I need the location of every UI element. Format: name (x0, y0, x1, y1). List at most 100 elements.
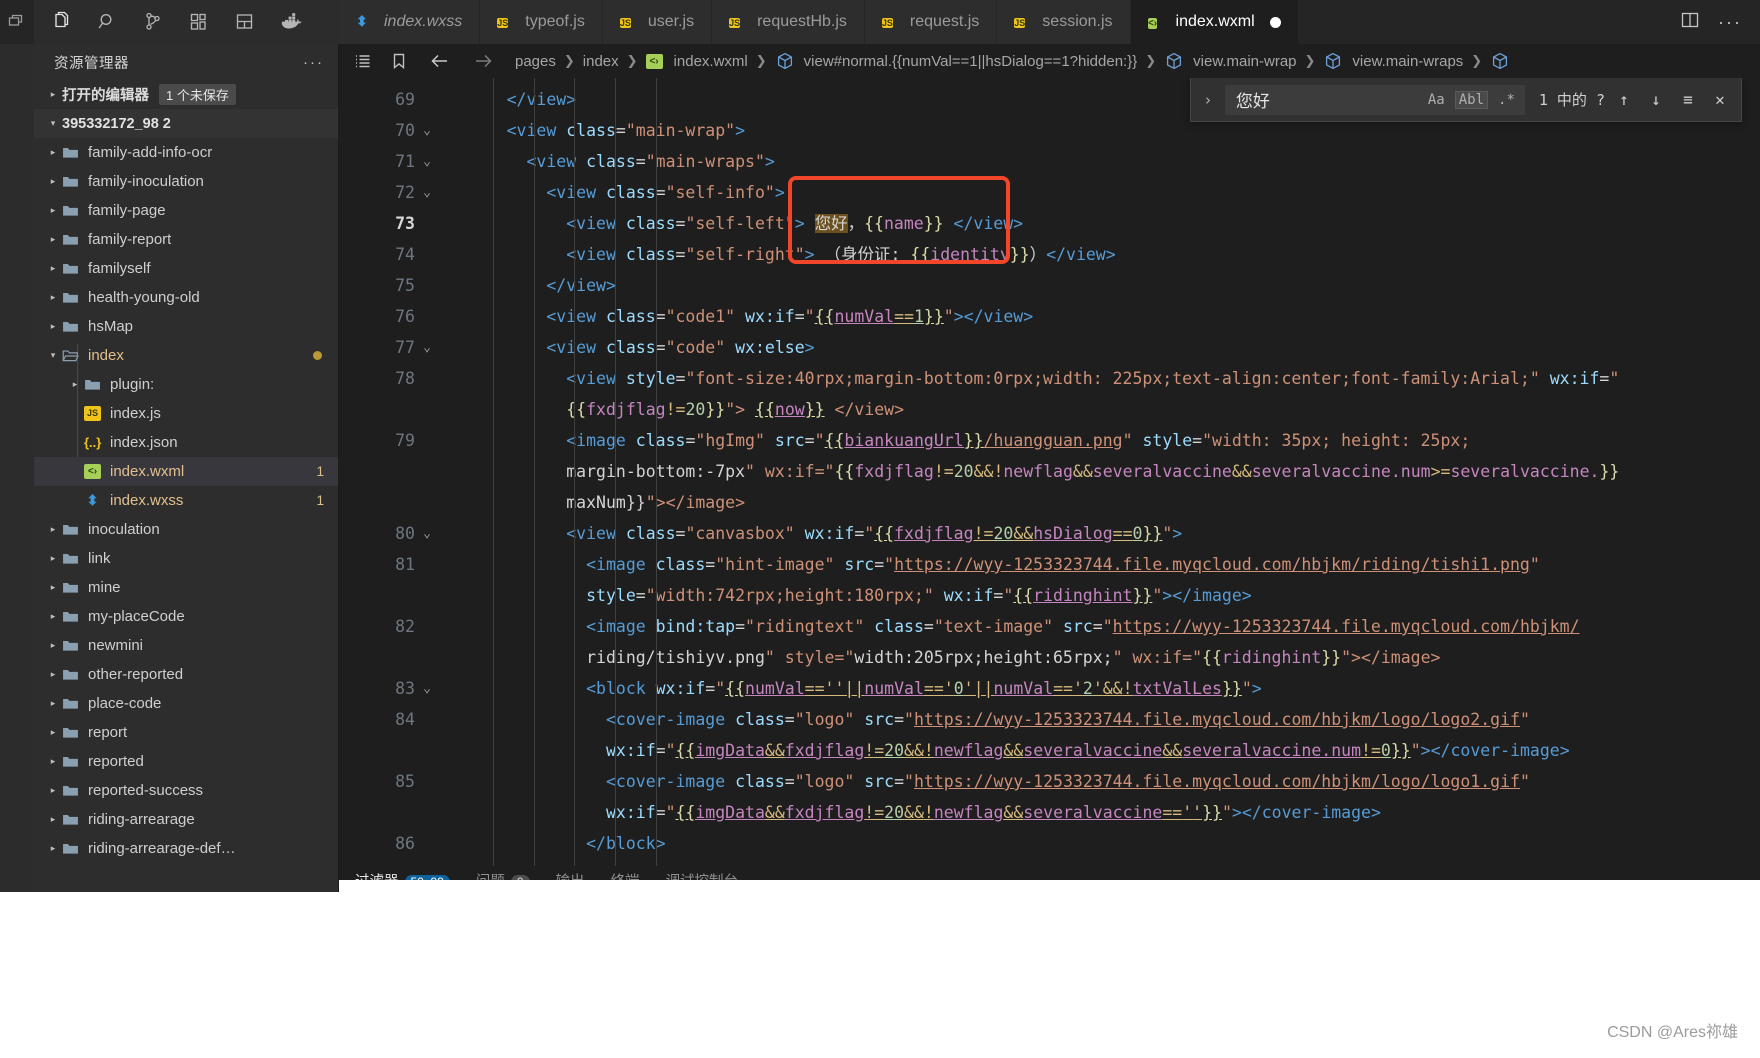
chevron-right-icon[interactable] (66, 379, 84, 390)
line-number: 80 (395, 524, 415, 543)
tree-item-family-report[interactable]: family-report (34, 225, 338, 254)
breadcrumb-item[interactable]: index (583, 53, 619, 70)
tree-item-index.wxml[interactable]: <› index.wxml 1 (34, 457, 338, 486)
tree-item-index.js[interactable]: JS index.js (34, 399, 338, 428)
chevron-right-icon[interactable] (44, 321, 62, 332)
find-input[interactable]: 您好 Aa Abl .* (1224, 84, 1525, 115)
split-editor-icon[interactable] (1680, 10, 1700, 35)
find-widget[interactable]: › 您好 Aa Abl .* 1 中的 ? ↑ ↓ ≡ ✕ (1189, 78, 1742, 122)
tree-item-reported[interactable]: reported (34, 747, 338, 776)
tree-item-index.json[interactable]: {..} index.json (34, 428, 338, 457)
tree-item-familyself[interactable]: familyself (34, 254, 338, 283)
chevron-right-icon[interactable] (44, 785, 62, 796)
tab-index.wxss[interactable]: ⬍ index.wxss (339, 0, 481, 44)
chevron-right-icon[interactable] (44, 292, 62, 303)
chevron-down-icon[interactable] (44, 118, 62, 129)
tree-item-family-page[interactable]: family-page (34, 196, 338, 225)
tab-request.js[interactable]: JS request.js (864, 0, 998, 44)
explorer-icon[interactable] (44, 5, 78, 39)
more-actions-icon[interactable]: ··· (1718, 12, 1742, 33)
tree-item-inoculation[interactable]: inoculation (34, 515, 338, 544)
source-control-icon[interactable] (136, 5, 170, 39)
code-editor[interactable]: 69 70 ⌄ 71 ⌄ 72 ⌄ 73 74 75 76 77 ⌄ 78 79 80 ⌄ 81 82 83 ⌄ 84 85… (339, 78, 1760, 866)
chevron-right-icon[interactable] (44, 263, 62, 274)
chevron-right-icon[interactable]: › (1197, 91, 1219, 109)
whole-word-option[interactable]: Abl (1454, 90, 1489, 109)
fold-icon[interactable]: ⌄ (415, 681, 439, 696)
extensions-icon[interactable] (182, 5, 216, 39)
chevron-right-icon[interactable] (44, 524, 62, 535)
search-icon[interactable] (90, 5, 124, 39)
regex-option[interactable]: .* (1495, 92, 1518, 108)
tree-item-report[interactable]: report (34, 718, 338, 747)
chevron-right-icon[interactable] (44, 640, 62, 651)
tree-item-link[interactable]: link (34, 544, 338, 573)
arrow-down-icon[interactable]: ↓ (1643, 90, 1669, 109)
arrow-left-icon[interactable] (429, 52, 451, 70)
chevron-right-icon[interactable] (44, 147, 62, 158)
chevron-right-icon[interactable] (44, 89, 62, 100)
chevron-right-icon[interactable] (44, 814, 62, 825)
tree-item-index.wxss[interactable]: ⬍ index.wxss 1 (34, 486, 338, 515)
tab-user.js[interactable]: JS user.js (602, 0, 713, 44)
explorer-more-icon[interactable]: ··· (303, 54, 324, 71)
breadcrumb-item[interactable]: view#normal.{{numVal==1||hsDialog==1?hid… (804, 53, 1138, 70)
tree-item-family-inoculation[interactable]: family-inoculation (34, 167, 338, 196)
docker-icon[interactable] (274, 5, 308, 39)
code-content[interactable]: </view> <view class="main-wrap"> <view c… (447, 78, 1760, 866)
code-line: <view class="self-right"> （身份证: {{identi… (566, 245, 1116, 264)
tree-item-riding-arrearage[interactable]: riding-arrearage (34, 805, 338, 834)
chevron-right-icon[interactable] (44, 611, 62, 622)
tree-item-other-reported[interactable]: other-reported (34, 660, 338, 689)
chevron-right-icon[interactable] (44, 553, 62, 564)
chevron-right-icon[interactable] (44, 727, 62, 738)
chevron-right-icon[interactable] (44, 176, 62, 187)
tree-item-reported-success[interactable]: reported-success (34, 776, 338, 805)
tree-item-place-code[interactable]: place-code (34, 689, 338, 718)
chevron-right-icon[interactable] (44, 756, 62, 767)
tab-requestHb.js[interactable]: JS requestHb.js (712, 0, 865, 44)
breadcrumb-item[interactable]: pages (515, 53, 556, 70)
tree-item-my-placeCode[interactable]: my-placeCode (34, 602, 338, 631)
bookmark-icon[interactable] (390, 51, 408, 71)
breadcrumb-item[interactable]: index.wxml (674, 53, 748, 70)
tab-session.js[interactable]: JS session.js (997, 0, 1131, 44)
match-case-option[interactable]: Aa (1425, 92, 1448, 108)
tree-item-index[interactable]: index (34, 341, 338, 370)
tree-item-riding-arrearage-def[interactable]: riding-arrearage-def… (34, 834, 338, 863)
fold-icon[interactable]: ⌄ (415, 123, 439, 138)
line-number-row (339, 487, 447, 518)
list-icon[interactable] (353, 51, 373, 71)
chevron-right-icon[interactable] (44, 234, 62, 245)
tab-typeof.js[interactable]: JS typeof.js (480, 0, 603, 44)
breadcrumb-item[interactable]: view.main-wrap (1193, 53, 1296, 70)
open-editors-row[interactable]: 打开的编辑器 1 个未保存 (34, 80, 338, 109)
dirty-indicator[interactable] (1269, 16, 1281, 28)
tree-item-hsMap[interactable]: hsMap (34, 312, 338, 341)
breadcrumb-item[interactable]: view.main-wraps (1352, 53, 1463, 70)
arrow-up-icon[interactable]: ↑ (1611, 90, 1637, 109)
fold-icon[interactable]: ⌄ (415, 340, 439, 355)
tree-item-health-young-old[interactable]: health-young-old (34, 283, 338, 312)
fold-icon[interactable]: ⌄ (415, 526, 439, 541)
fold-icon[interactable]: ⌄ (415, 154, 439, 169)
tree-item-family-add-info-ocr[interactable]: family-add-info-ocr (34, 138, 338, 167)
find-in-selection-icon[interactable]: ≡ (1675, 90, 1701, 109)
chevron-right-icon[interactable] (44, 582, 62, 593)
tree-item-newmini[interactable]: newmini (34, 631, 338, 660)
close-icon[interactable]: ✕ (1707, 90, 1733, 109)
arrow-right-icon[interactable] (472, 52, 494, 70)
chevron-right-icon[interactable] (44, 205, 62, 216)
chevron-right-icon[interactable] (44, 698, 62, 709)
tree-item-label: family-inoculation (88, 173, 204, 190)
tree-item-plugin[interactable]: plugin: (34, 370, 338, 399)
chevron-right-icon[interactable] (44, 843, 62, 854)
window-icon[interactable] (0, 0, 34, 44)
tab-index.wxml[interactable]: <› index.wxml (1130, 0, 1299, 44)
chevron-right-icon[interactable] (44, 669, 62, 680)
tree-item-mine[interactable]: mine (34, 573, 338, 602)
workspace-row[interactable]: 395332172_98 2 (34, 109, 338, 138)
fold-icon[interactable]: ⌄ (415, 185, 439, 200)
chevron-down-icon[interactable] (44, 350, 62, 361)
layout-icon[interactable] (228, 5, 262, 39)
